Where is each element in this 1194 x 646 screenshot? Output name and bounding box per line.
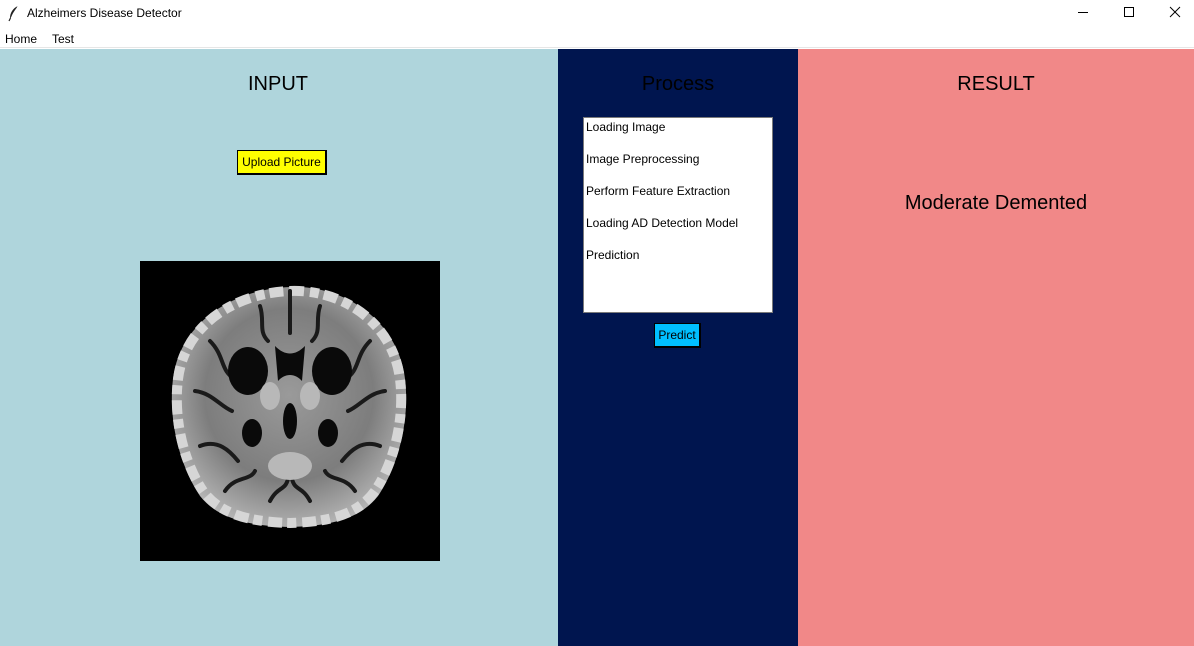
feather-icon <box>7 5 21 22</box>
maximize-button[interactable] <box>1106 0 1152 28</box>
input-panel: INPUT Upload Picture <box>0 49 558 646</box>
predict-button[interactable]: Predict <box>654 323 701 348</box>
result-panel: RESULT Moderate Demented <box>798 49 1194 646</box>
process-title: Process <box>641 73 715 95</box>
brain-mri-image <box>140 261 440 561</box>
process-steps-list[interactable]: Loading Image Image Preprocessing Perfor… <box>583 117 773 313</box>
maximize-icon <box>1123 5 1135 23</box>
menu-bar: Home Test <box>0 28 1194 48</box>
window-title: Alzheimers Disease Detector <box>27 6 182 20</box>
minimize-button[interactable] <box>1060 0 1106 28</box>
title-bar: Alzheimers Disease Detector <box>0 0 1194 28</box>
process-panel: Process Loading Image Image Preprocessin… <box>558 49 798 646</box>
list-item: Loading Image <box>586 120 666 134</box>
list-item: Perform Feature Extraction <box>586 184 731 198</box>
menu-test[interactable]: Test <box>52 32 74 46</box>
close-icon <box>1169 5 1181 23</box>
close-button[interactable] <box>1152 0 1194 28</box>
list-item: Image Preprocessing <box>586 152 700 166</box>
list-item: Prediction <box>586 248 640 262</box>
upload-picture-button[interactable]: Upload Picture <box>237 150 327 175</box>
menu-home[interactable]: Home <box>5 32 37 46</box>
minimize-icon <box>1077 5 1089 23</box>
result-title: RESULT <box>957 73 1035 95</box>
list-item: Loading AD Detection Model <box>586 216 739 230</box>
prediction-result: Moderate Demented <box>904 192 1088 214</box>
input-title: INPUT <box>248 73 308 95</box>
